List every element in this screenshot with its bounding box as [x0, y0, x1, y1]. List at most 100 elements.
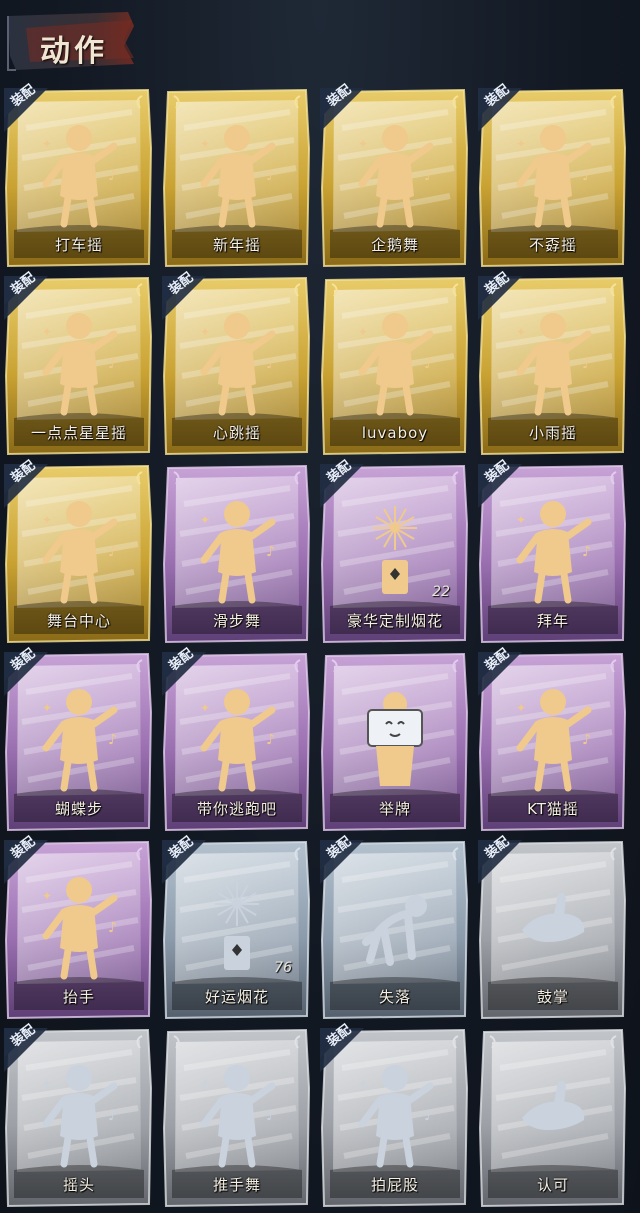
emote-card[interactable]: ♪ ✦ 装配舞台中心	[4, 458, 154, 644]
emote-card-label: 举牌	[378, 800, 411, 818]
svg-text:♪: ♪	[582, 732, 591, 748]
svg-text:♪: ♪	[582, 544, 591, 560]
emote-card-label: 企鹅舞	[370, 236, 419, 254]
equipped-badge: 装配	[4, 458, 52, 512]
emote-card[interactable]: ♪ ✦ luvaboy	[320, 276, 470, 456]
svg-text:✦: ✦	[200, 137, 210, 151]
equipped-badge: 装配	[162, 646, 210, 700]
emote-card-label: 新年摇	[212, 236, 261, 254]
item-count: 22	[432, 584, 450, 600]
emote-card-label: 不孬摇	[528, 236, 577, 254]
slide-step-icon: ♪✦	[200, 501, 276, 604]
svg-text:♪: ♪	[108, 356, 117, 372]
emote-card[interactable]: 装配 76 好运烟花	[162, 834, 312, 1020]
equipped-badge: 装配	[320, 834, 368, 888]
emote-collection-page: 动作 ♪ ✦ 装配 打车摇 ♪ ✦ 新年摇 ♪ ✦ 装配 企鹅舞 ♪ ✦ 装配 不孬摇 ♪ ✦ 装配 一点点星星摇 ♪…	[0, 0, 640, 1213]
emote-card-label: 蝴蝶步	[54, 800, 103, 818]
equipped-badge: 装配	[162, 270, 210, 324]
emote-card-label: luvaboy	[361, 424, 429, 442]
svg-text:✦: ✦	[200, 1077, 210, 1091]
emote-card[interactable]: 装配鼓掌	[478, 834, 628, 1020]
svg-text:♪: ♪	[108, 168, 117, 184]
svg-text:✦: ✦	[200, 513, 210, 527]
equipped-badge: 装配	[162, 834, 210, 888]
svg-text:♪: ♪	[266, 356, 275, 372]
emote-card[interactable]: ♪ ✦ 装配 蝴蝶步	[4, 646, 154, 832]
emote-card[interactable]: ♪ ✦ 装配拜年	[478, 458, 628, 644]
svg-text:✦: ✦	[42, 513, 52, 527]
emote-card-label: 带你逃跑吧	[196, 800, 277, 818]
emote-card[interactable]: ♪ ✦ 装配打车摇	[4, 82, 154, 268]
equipped-badge: 装配	[4, 270, 52, 324]
equipped-badge: 装配	[320, 82, 368, 136]
thumbs-up-icon	[522, 1080, 585, 1130]
dancer-arms-crossed-icon: ♪✦	[200, 125, 276, 228]
svg-text:♪: ♪	[266, 732, 275, 748]
equipped-badge: 装配	[4, 646, 52, 700]
emote-card-label: 拜年	[536, 612, 569, 630]
emote-card[interactable]: ♪ ✦ 装配 企鹅舞	[320, 82, 470, 268]
svg-text:✦: ✦	[358, 1077, 368, 1091]
emote-card[interactable]: 认可	[478, 1028, 628, 1208]
section-title-banner: 动作	[6, 6, 138, 76]
svg-text:✦: ✦	[42, 325, 52, 339]
svg-text:♪: ♪	[108, 920, 117, 936]
equipped-badge: 装配	[478, 458, 526, 512]
equipped-badge: 装配	[478, 834, 526, 888]
svg-text:✦: ✦	[516, 701, 526, 715]
emote-card[interactable]: ♪ ✦ 装配拍屁股	[320, 1022, 470, 1208]
svg-text:✦: ✦	[358, 325, 368, 339]
emote-card-label: 好运烟花	[204, 988, 269, 1006]
svg-text:✦: ✦	[42, 137, 52, 151]
svg-text:♪: ♪	[266, 544, 275, 560]
emote-card[interactable]: ♪ ✦ 推手舞	[162, 1028, 312, 1208]
svg-text:✦: ✦	[42, 889, 52, 903]
emote-card-label: 心跳摇	[212, 424, 261, 442]
push-hands-dance-icon: ♪✦	[200, 1065, 276, 1168]
luvaboy-dance-icon: ♪✦	[358, 313, 434, 416]
emote-card[interactable]: ♪ ✦ 滑步舞	[162, 464, 312, 644]
emote-card-label: 拍屁股	[370, 1176, 419, 1194]
emote-card-label: 失落	[378, 988, 411, 1006]
emote-card[interactable]: ♪ ✦ 新年摇	[162, 88, 312, 268]
emote-card[interactable]: ♪ ✦ 装配 不孬摇	[478, 82, 628, 268]
equipped-badge: 装配	[478, 646, 526, 700]
equipped-badge: 装配	[4, 1022, 52, 1076]
svg-text:♪: ♪	[424, 1108, 433, 1124]
svg-text:✦: ✦	[358, 137, 368, 151]
emote-card[interactable]: 装配失落	[320, 834, 470, 1020]
emote-card-label: 抬手	[62, 988, 95, 1006]
svg-text:✦: ✦	[42, 1077, 52, 1091]
emote-card[interactable]: ♪ ✦ 装配一点点星星摇	[4, 270, 154, 456]
svg-text:♪: ♪	[582, 356, 591, 372]
svg-text:♪: ♪	[108, 544, 117, 560]
emote-card[interactable]: ♪ ✦ 装配 抬手	[4, 834, 154, 1020]
svg-text:✦: ✦	[516, 513, 526, 527]
emote-card-label: 认可	[536, 1176, 569, 1194]
equipped-badge: 装配	[320, 458, 368, 512]
svg-text:✦: ✦	[42, 701, 52, 715]
emote-card-label: 打车摇	[54, 236, 103, 254]
emote-card-label: 滑步舞	[212, 612, 261, 630]
svg-text:♪: ♪	[582, 168, 591, 184]
emote-card-label: 鼓掌	[536, 988, 569, 1006]
emote-card[interactable]: ♪ ✦ 装配 摇头	[4, 1022, 154, 1208]
equipped-badge: 装配	[478, 270, 526, 324]
emote-card[interactable]: 装配 22 豪华定制烟花	[320, 458, 470, 644]
equipped-badge: 装配	[478, 82, 526, 136]
emote-card-label: 摇头	[62, 1176, 95, 1194]
emote-card[interactable]: ♪ ✦ 装配 小雨摇	[478, 270, 628, 456]
svg-text:♪: ♪	[266, 1108, 275, 1124]
emote-card[interactable]: ♪ ✦ 装配 带你逃跑吧	[162, 646, 312, 832]
emote-card[interactable]: 举牌	[320, 652, 470, 832]
equipped-badge: 装配	[320, 1022, 368, 1076]
emote-card[interactable]: ♪ ✦ 装配 KT猫摇	[478, 646, 628, 832]
emote-card-label: 舞台中心	[46, 612, 111, 630]
equipped-badge: 装配	[4, 82, 52, 136]
emote-card-label: 豪华定制烟花	[346, 612, 443, 630]
emote-card-label: 一点点星星摇	[30, 424, 127, 442]
item-count: 76	[274, 960, 292, 976]
emote-card[interactable]: ♪ ✦ 装配 心跳摇	[162, 270, 312, 456]
emote-card-label: 小雨摇	[528, 424, 577, 442]
page-title: 动作	[40, 34, 108, 69]
